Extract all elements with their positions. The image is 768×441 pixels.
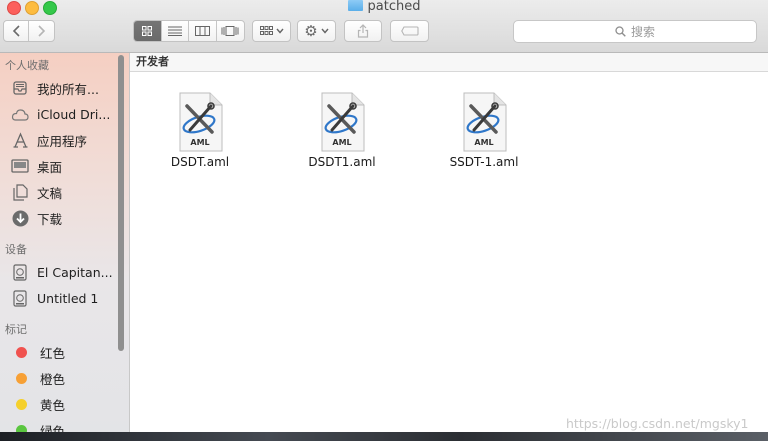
file-item[interactable]: AML DSDT1.aml bbox=[292, 92, 392, 169]
coverflow-view-icon bbox=[221, 26, 239, 36]
sidebar-item-downloads[interactable]: 下载 bbox=[10, 208, 62, 228]
sidebar-item-label: El Capitan... bbox=[37, 264, 113, 280]
sidebar-tag-orange[interactable]: 橙色 bbox=[10, 368, 65, 388]
desktop-background bbox=[0, 432, 768, 441]
chevron-down-icon bbox=[275, 28, 284, 34]
list-view-button[interactable] bbox=[162, 21, 189, 41]
sidebar-item-desktop[interactable]: 桌面 bbox=[10, 156, 62, 176]
watermark: https://blog.csdn.net/mgsky1 bbox=[566, 416, 749, 431]
column-view-button[interactable] bbox=[189, 21, 217, 41]
yellow-tag-dot-icon bbox=[16, 398, 27, 410]
sidebar-tag-green[interactable]: 绿色 bbox=[10, 420, 65, 432]
action-button[interactable]: ⚙ bbox=[297, 20, 336, 42]
sidebar-item-all-files[interactable]: 我的所有... bbox=[10, 78, 99, 98]
view-mode-buttons bbox=[133, 20, 245, 42]
sidebar-item-label: 文稿 bbox=[37, 185, 63, 201]
tag-icon bbox=[400, 26, 419, 36]
sidebar-tag-yellow[interactable]: 黄色 bbox=[10, 394, 65, 414]
column-view-icon bbox=[194, 26, 210, 36]
sidebar-item-label: 桌面 bbox=[37, 159, 63, 175]
cloud-icon bbox=[10, 105, 30, 123]
chevron-left-icon bbox=[12, 25, 20, 37]
chevron-right-icon bbox=[38, 25, 46, 37]
share-icon bbox=[357, 24, 369, 38]
sidebar-tag-label: 红色 bbox=[40, 345, 66, 361]
sidebar-tag-red[interactable]: 红色 bbox=[10, 342, 65, 362]
chevron-down-icon bbox=[321, 28, 329, 34]
search-placeholder: 搜索 bbox=[630, 25, 655, 39]
file-name: DSDT1.aml bbox=[308, 155, 376, 169]
download-icon bbox=[10, 209, 30, 227]
file-item[interactable]: AML DSDT.aml bbox=[150, 92, 250, 169]
sidebar-tag-label: 黄色 bbox=[40, 397, 66, 413]
sidebar-header-devices: 设备 bbox=[5, 243, 27, 256]
file-name: SSDT-1.aml bbox=[449, 155, 519, 169]
red-tag-dot-icon bbox=[16, 346, 27, 358]
forward-button[interactable] bbox=[29, 21, 54, 41]
disk-icon bbox=[10, 289, 30, 307]
file-item[interactable]: AML SSDT-1.aml bbox=[434, 92, 534, 169]
green-tag-dot-icon bbox=[16, 424, 27, 432]
window-title: patched bbox=[0, 0, 768, 14]
sidebar-item-applications[interactable]: 应用程序 bbox=[10, 130, 87, 150]
orange-tag-dot-icon bbox=[16, 372, 27, 384]
disk-icon bbox=[10, 263, 30, 281]
gear-icon: ⚙ bbox=[304, 22, 318, 40]
sidebar: 个人收藏 我的所有... iCloud Dri... 应用程序 桌面 文稿 下载… bbox=[0, 53, 130, 432]
sidebar-tag-label: 橙色 bbox=[40, 371, 66, 387]
sidebar-item-documents[interactable]: 文稿 bbox=[10, 182, 62, 202]
sidebar-item-label: 下载 bbox=[37, 211, 63, 227]
sidebar-item-label: 我的所有... bbox=[37, 81, 99, 97]
back-button[interactable] bbox=[4, 21, 30, 41]
file-name: DSDT.aml bbox=[170, 155, 230, 169]
navigation-buttons bbox=[3, 20, 55, 42]
file-browser: 开发者 AML DSDT.aml AML DSDT1.aml AML SSDT-… bbox=[130, 53, 768, 432]
sidebar-item-untitled[interactable]: Untitled 1 bbox=[10, 288, 98, 308]
sidebar-tag-label: 绿色 bbox=[40, 423, 66, 433]
list-view-icon bbox=[167, 26, 182, 36]
sidebar-item-label: 应用程序 bbox=[37, 133, 88, 149]
coverflow-view-button[interactable] bbox=[217, 21, 244, 41]
finder-window: patched ⚙ 搜索 个人收藏 我的所有... iCloud Dri... … bbox=[0, 0, 768, 432]
folder-icon bbox=[347, 0, 363, 11]
toolbar: patched ⚙ 搜索 bbox=[0, 0, 768, 53]
sidebar-item-label: Untitled 1 bbox=[37, 290, 99, 306]
file-badge: AML bbox=[190, 138, 210, 147]
desktop-icon bbox=[10, 157, 30, 175]
tag-button[interactable] bbox=[390, 20, 429, 42]
grid-arrange-icon bbox=[259, 26, 273, 35]
sidebar-item-label: iCloud Dri... bbox=[37, 106, 111, 122]
file-badge: AML bbox=[332, 138, 352, 147]
arrange-button[interactable] bbox=[252, 20, 291, 42]
sidebar-item-el-capitan[interactable]: El Capitan... bbox=[10, 262, 113, 282]
sidebar-header-tags: 标记 bbox=[5, 323, 27, 336]
documents-icon bbox=[10, 183, 30, 201]
search-input[interactable]: 搜索 bbox=[513, 20, 757, 43]
window-title-text: patched bbox=[367, 0, 421, 14]
group-header: 开发者 bbox=[130, 53, 768, 72]
applications-icon bbox=[10, 131, 30, 149]
sidebar-item-icloud[interactable]: iCloud Dri... bbox=[10, 104, 110, 124]
share-button[interactable] bbox=[344, 20, 382, 42]
icon-view-button[interactable] bbox=[134, 21, 162, 41]
search-icon bbox=[615, 26, 626, 37]
sidebar-scrollbar[interactable] bbox=[118, 55, 124, 351]
sidebar-header-favorites: 个人收藏 bbox=[5, 59, 49, 72]
icon-view-icon bbox=[142, 26, 153, 36]
all-files-icon bbox=[10, 79, 30, 97]
file-badge: AML bbox=[474, 138, 494, 147]
